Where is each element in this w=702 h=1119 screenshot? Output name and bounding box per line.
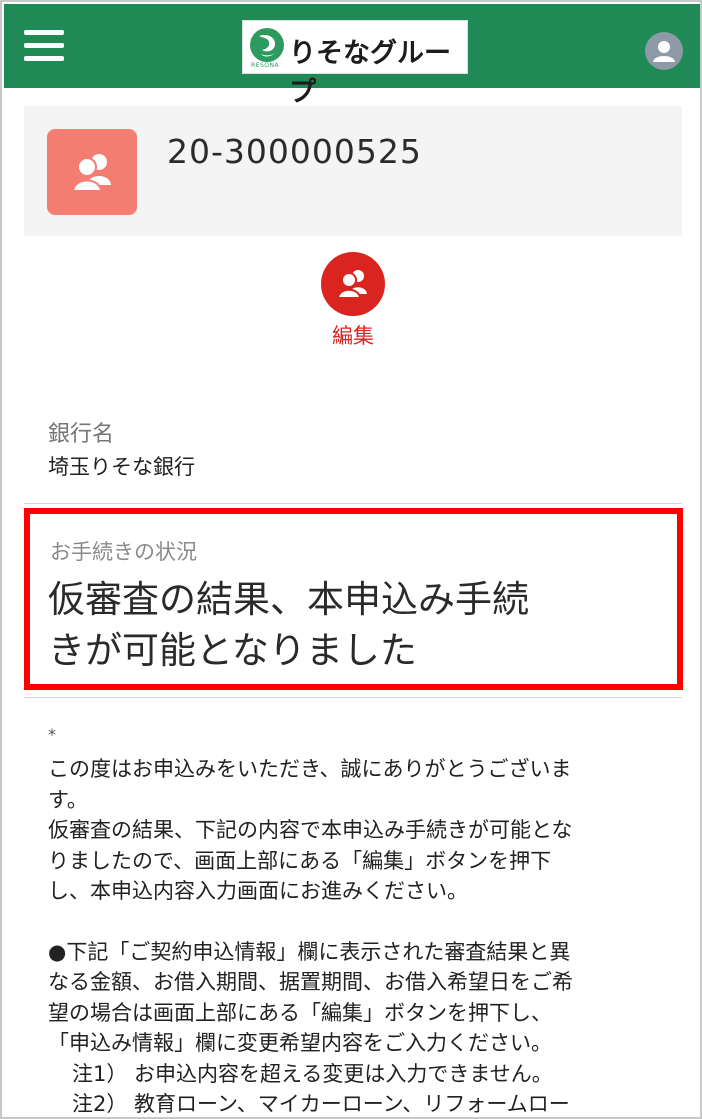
notes-line: 注2） 教育ローン、マイカーローン、リフォームロー bbox=[72, 1092, 570, 1116]
top-app-bar: りそなグループ RESONA bbox=[4, 4, 700, 108]
notes-line: し、本申込内容入力画面にお進みください。 bbox=[48, 879, 468, 903]
edit-label: 編集 bbox=[332, 324, 374, 348]
divider bbox=[24, 697, 682, 698]
notes-line: 「申込み情報」欄に変更希望内容をご入力ください。 bbox=[48, 1031, 552, 1055]
notes-line: 注1） お申込内容を超える変更は入力できません。 bbox=[72, 1061, 553, 1086]
procedure-status-value: 仮審査の結果、本申込み手続 きが可能となりました bbox=[48, 574, 668, 676]
resona-group-logo: りそなグループ RESONA bbox=[242, 20, 468, 108]
divider bbox=[24, 503, 682, 504]
bank-name-value: 埼玉りそな銀行 bbox=[48, 455, 195, 479]
logo-subtext: RESONA bbox=[251, 62, 280, 69]
notes-line: りましたので、画面上部にある「編集」ボタンを押下 bbox=[48, 848, 552, 873]
notes-line: ●下記「ご契約申込情報」欄に表示された審査結果と異 bbox=[48, 939, 571, 964]
user-avatar-icon[interactable] bbox=[645, 32, 683, 70]
notes-line: 仮審査の結果、下記の内容で本申込み手続きが可能とな bbox=[48, 818, 573, 842]
notes-line: 望の場合は画面上部にある「編集」ボタンを押下し、 bbox=[48, 1000, 552, 1025]
notes-line: なる金額、お借入期間、据置期間、お借入希望日をご希 bbox=[48, 970, 573, 994]
notes-line: す。 bbox=[48, 787, 88, 812]
bank-name-label: 銀行名 bbox=[48, 422, 115, 447]
contacts-icon bbox=[47, 129, 137, 215]
procedure-status-label: お手続きの状況 bbox=[50, 540, 197, 564]
screen-frame: りそなグループ RESONA 20-300000525 編集 銀行名 埼玉りそな… bbox=[0, 0, 702, 1119]
account-summary-card: 20-300000525 bbox=[24, 106, 682, 236]
procedure-status-highlight: お手続きの状況 仮審査の結果、本申込み手続 きが可能となりました bbox=[24, 508, 683, 690]
edit-contacts-icon bbox=[321, 252, 385, 316]
edit-button[interactable]: 編集 bbox=[312, 250, 394, 350]
notes-line: この度はお申込みをいただき、誠にありがとうございま bbox=[48, 757, 572, 781]
resona-logo-mark-icon bbox=[250, 28, 284, 62]
logo-text: りそなグループ bbox=[289, 38, 451, 108]
status-value-line: 仮審査の結果、本申込み手続 bbox=[48, 578, 529, 621]
application-number: 20-300000525 bbox=[167, 132, 422, 171]
notes-asterisk: * bbox=[48, 725, 56, 744]
hamburger-menu-icon[interactable] bbox=[24, 30, 66, 62]
status-value-line: きが可能となりました bbox=[48, 629, 417, 672]
notes-text: * この度はお申込みをいただき、誠にありがとうございま す。 仮審査の結果、下記… bbox=[48, 724, 668, 1117]
